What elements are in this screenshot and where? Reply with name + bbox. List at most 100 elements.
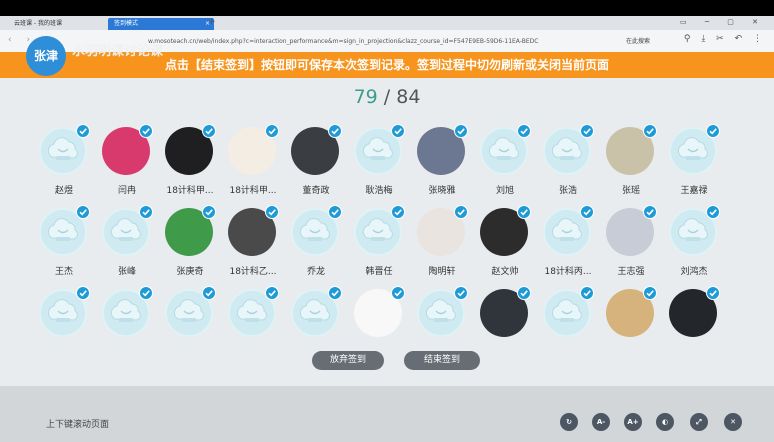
fullscreen-icon[interactable]: ⤢ xyxy=(690,413,708,431)
signed-check-icon xyxy=(454,205,468,219)
signed-check-icon xyxy=(328,286,342,300)
student-item[interactable]: 18计科甲... xyxy=(160,124,220,203)
browser-toolbar-icons[interactable]: ⚲ ⤓ ✂ ↶ ⋮ xyxy=(684,34,766,44)
tab-my-class[interactable]: 云班课 - 我的班课 xyxy=(8,18,82,30)
student-item[interactable]: 18计科甲... xyxy=(223,124,283,203)
font-increase-icon[interactable]: A+ xyxy=(624,413,642,431)
student-name: 耿浩梅 xyxy=(365,186,393,196)
student-item[interactable]: 刘旭 xyxy=(475,124,535,203)
student-item[interactable]: 赵文帅 xyxy=(475,205,535,284)
student-item[interactable]: 张峰 xyxy=(97,205,157,284)
contrast-icon[interactable]: ◐ xyxy=(656,413,674,431)
student-name: 刘旭 xyxy=(495,186,514,196)
signed-check-icon xyxy=(328,124,342,138)
signed-check-icon xyxy=(706,124,720,138)
student-name: 张峰 xyxy=(117,267,136,277)
signed-check-icon xyxy=(265,205,279,219)
student-name: 陶明轩 xyxy=(428,267,456,277)
signed-check-icon xyxy=(76,286,90,300)
student-item[interactable]: 张浩 xyxy=(538,124,598,203)
signed-check-icon xyxy=(391,205,405,219)
student-item[interactable]: 张庚奇 xyxy=(160,205,220,284)
signed-check-icon xyxy=(202,124,216,138)
student-item[interactable]: 18计科乙... xyxy=(223,205,283,284)
student-item[interactable]: 18计科丙... xyxy=(538,205,598,284)
tab-sign-in-mode[interactable]: 签到模式 × xyxy=(108,18,214,30)
signed-check-icon xyxy=(139,124,153,138)
student-name: 18计科甲... xyxy=(229,186,277,196)
footer-bar: 上下键滚动页面 ↻ A- A+ ◐ ⤢ ✕ xyxy=(0,386,774,442)
student-name: 王杰 xyxy=(54,267,73,277)
signed-check-icon xyxy=(391,124,405,138)
tab-label: 云班课 - 我的班课 xyxy=(14,20,62,27)
signed-check-icon xyxy=(265,286,279,300)
total-count: 84 xyxy=(396,86,421,108)
font-decrease-icon[interactable]: A- xyxy=(592,413,610,431)
give-up-sign-in-button[interactable]: 放弃签到 xyxy=(312,351,384,370)
student-item[interactable]: 王嘉禄 xyxy=(664,124,724,203)
teacher-avatar: 张津 xyxy=(26,36,66,76)
close-icon[interactable]: ✕ xyxy=(724,413,742,431)
signed-check-icon xyxy=(517,205,531,219)
student-item[interactable] xyxy=(97,286,157,365)
student-item[interactable]: 张晓雅 xyxy=(412,124,472,203)
student-name: 刘鸿杰 xyxy=(680,267,708,277)
student-name: 闫冉 xyxy=(117,186,136,196)
tab-label: 签到模式 xyxy=(114,20,139,27)
student-name: 王嘉禄 xyxy=(680,186,708,196)
signed-check-icon xyxy=(706,205,720,219)
student-name: 赵文帅 xyxy=(491,267,519,277)
student-name: 张庚奇 xyxy=(176,267,204,277)
student-name: 韩晋任 xyxy=(365,267,393,277)
signed-check-icon xyxy=(643,124,657,138)
student-item[interactable] xyxy=(664,286,724,365)
new-tab-icon[interactable]: + xyxy=(208,17,216,27)
signed-check-icon xyxy=(517,286,531,300)
signed-check-icon xyxy=(580,286,594,300)
student-item[interactable] xyxy=(160,286,220,365)
signed-count: 79 xyxy=(353,86,378,108)
counter-separator: / xyxy=(377,86,397,108)
signed-check-icon xyxy=(643,286,657,300)
student-item[interactable] xyxy=(475,286,535,365)
signed-check-icon xyxy=(76,205,90,219)
refresh-icon[interactable]: ↻ xyxy=(560,413,578,431)
student-item[interactable]: 闫冉 xyxy=(97,124,157,203)
student-item[interactable]: 王志强 xyxy=(601,205,661,284)
student-item[interactable]: 耿浩梅 xyxy=(349,124,409,203)
signed-check-icon xyxy=(706,286,720,300)
student-item[interactable]: 刘鸿杰 xyxy=(664,205,724,284)
signed-check-icon xyxy=(202,205,216,219)
browser-tab-bar: 云班课 - 我的班课 签到模式 × + ▭ ─ ▢ ✕ xyxy=(0,16,774,30)
scroll-hint: 上下键滚动页面 xyxy=(46,420,110,430)
window-controls[interactable]: ▭ ─ ▢ ✕ xyxy=(680,18,766,26)
student-name: 董奇政 xyxy=(302,186,330,196)
screen-top-bar xyxy=(0,0,774,16)
student-item[interactable]: 王杰 xyxy=(34,205,94,284)
url-field[interactable]: w.mosoteach.cn/web/index.php?c=interacti… xyxy=(148,36,568,47)
student-item[interactable]: 韩晋任 xyxy=(349,205,409,284)
student-item[interactable]: 董奇政 xyxy=(286,124,346,203)
student-item[interactable]: 陶明轩 xyxy=(412,205,472,284)
student-item[interactable] xyxy=(538,286,598,365)
student-name: 18计科乙... xyxy=(229,267,277,277)
signed-check-icon xyxy=(580,124,594,138)
student-item[interactable]: 赵煜 xyxy=(34,124,94,203)
search-box[interactable]: 在此搜索 xyxy=(626,36,650,45)
signed-check-icon xyxy=(454,124,468,138)
signed-check-icon xyxy=(265,124,279,138)
end-sign-in-button[interactable]: 结束签到 xyxy=(404,351,480,370)
student-item[interactable] xyxy=(601,286,661,365)
student-item[interactable]: 乔龙 xyxy=(286,205,346,284)
student-name: 乔龙 xyxy=(306,267,325,277)
signed-check-icon xyxy=(139,205,153,219)
signed-check-icon xyxy=(328,205,342,219)
student-item[interactable]: 张瑶 xyxy=(601,124,661,203)
signed-check-icon xyxy=(580,205,594,219)
student-name: 赵煜 xyxy=(54,186,73,196)
signed-check-icon xyxy=(202,286,216,300)
signed-check-icon xyxy=(139,286,153,300)
student-name: 王志强 xyxy=(617,267,645,277)
student-item[interactable] xyxy=(223,286,283,365)
student-item[interactable] xyxy=(34,286,94,365)
